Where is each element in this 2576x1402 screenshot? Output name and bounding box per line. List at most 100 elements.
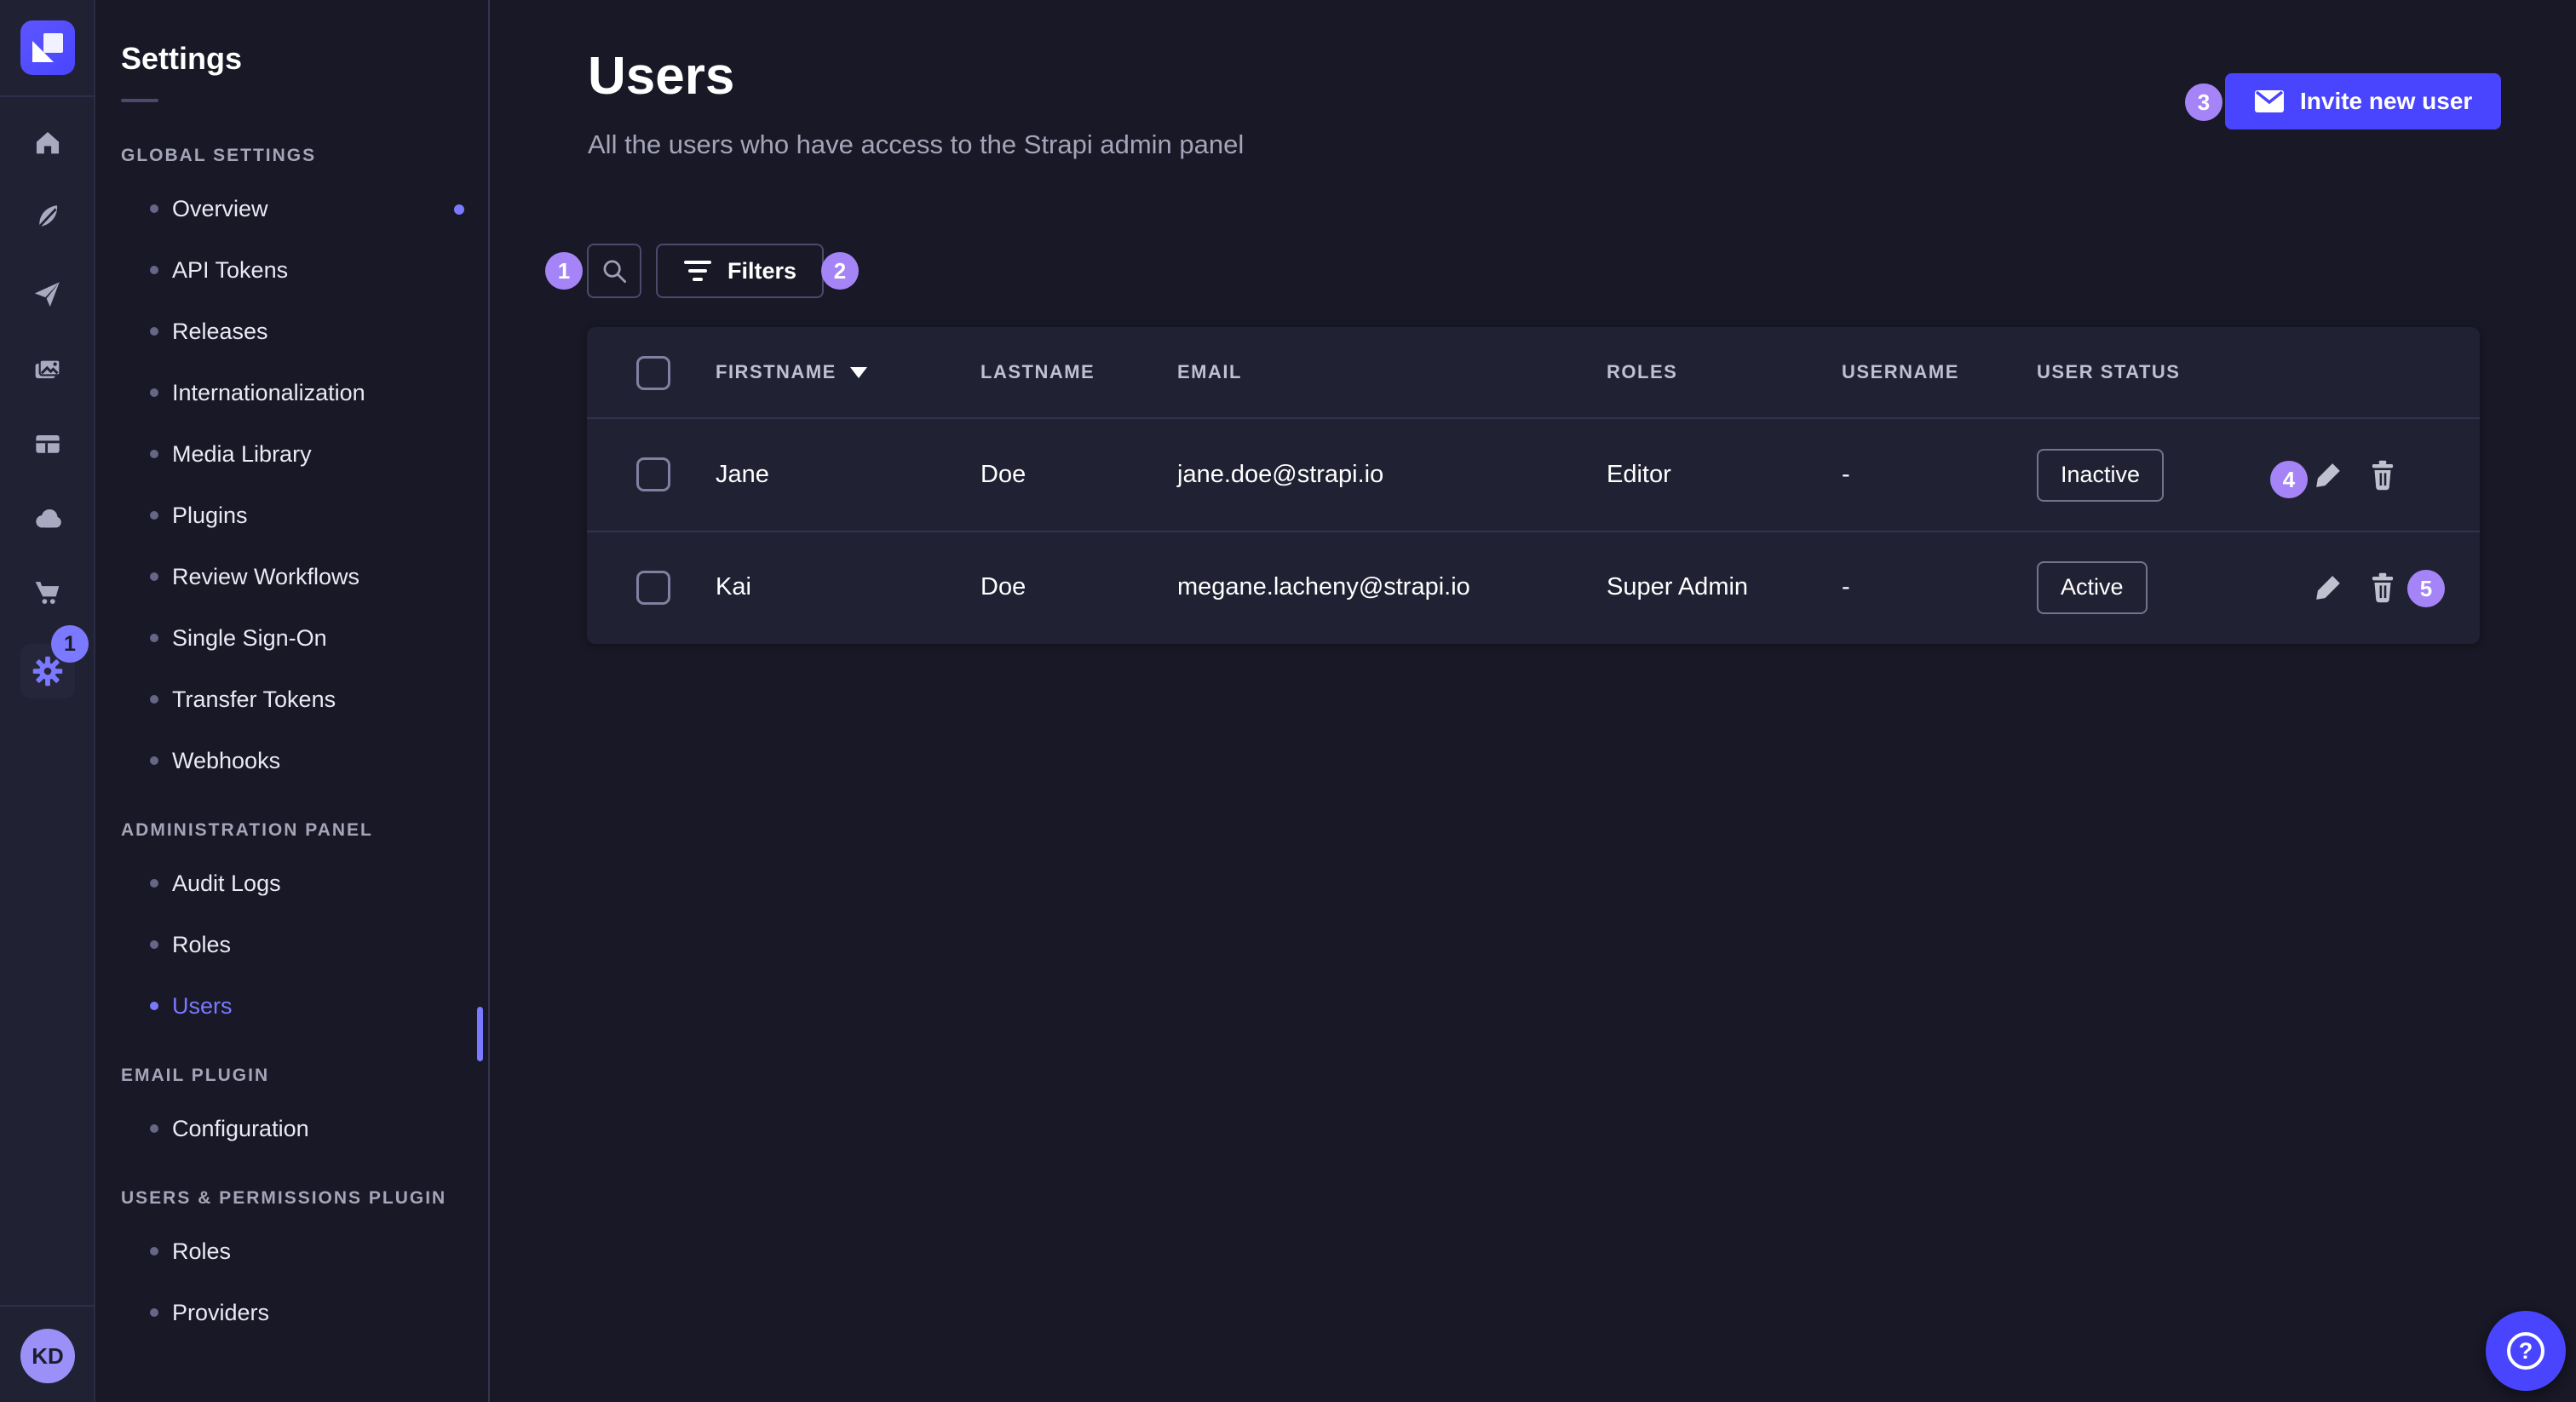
administration-panel-list: Audit Logs Roles Users: [121, 853, 488, 1037]
subnav-title: Settings: [95, 0, 488, 77]
section-global-settings: GLOBAL SETTINGS: [121, 146, 488, 166]
subnav-item-admin-roles[interactable]: Roles: [121, 914, 488, 975]
users-page: Users All the users who have access to t…: [492, 0, 2576, 1402]
delete-user-button[interactable]: [2364, 419, 2401, 531]
table-row[interactable]: Kai Doe megane.lacheny@strapi.io Super A…: [587, 531, 2480, 642]
main-nav-rail: 1 KD: [0, 0, 95, 1402]
bullet-dot: [150, 1124, 158, 1133]
row-checkbox[interactable]: [636, 457, 670, 491]
filter-icon: [683, 260, 712, 282]
settings-nav-button[interactable]: 1: [20, 644, 75, 698]
delete-user-button[interactable]: [2364, 532, 2401, 642]
bullet-dot: [150, 204, 158, 213]
bullet-dot: [150, 1002, 158, 1010]
section-email-plugin: EMAIL PLUGIN: [121, 1066, 488, 1086]
bullet-dot: [150, 511, 158, 520]
cell-user-status: Active: [2037, 532, 2148, 642]
subnav-item-users[interactable]: Users: [121, 975, 488, 1037]
help-button[interactable]: ?: [2486, 1311, 2566, 1391]
status-badge: Inactive: [2037, 449, 2164, 502]
annotation-mark-5: 5: [2407, 570, 2445, 607]
home-icon[interactable]: [27, 123, 68, 164]
subnav-item-single-sign-on[interactable]: Single Sign-On: [121, 607, 488, 669]
cell-lastname: Doe: [980, 532, 1026, 642]
section-users-permissions-plugin: USERS & PERMISSIONS PLUGIN: [121, 1188, 488, 1209]
bullet-dot: [150, 634, 158, 642]
invite-new-user-button[interactable]: Invite new user: [2225, 73, 2501, 129]
question-mark-icon: ?: [2507, 1332, 2544, 1370]
subnav-item-configuration[interactable]: Configuration: [121, 1098, 488, 1159]
marketplace-cart-icon[interactable]: [27, 572, 68, 613]
subnav-item-transfer-tokens[interactable]: Transfer Tokens: [121, 669, 488, 730]
settings-subnav: Settings GLOBAL SETTINGS Overview API To…: [95, 0, 490, 1402]
envelope-icon: [2254, 89, 2285, 113]
column-header-username[interactable]: USERNAME: [1842, 327, 1959, 417]
filters-button[interactable]: Filters: [656, 244, 824, 298]
subnav-item-audit-logs[interactable]: Audit Logs: [121, 853, 488, 914]
annotation-mark-1: 1: [545, 252, 583, 290]
overview-notification-dot: [454, 204, 464, 215]
pencil-icon: [2312, 459, 2344, 491]
bullet-dot: [150, 1308, 158, 1317]
users-table: FIRSTNAME LASTNAME EMAIL ROLES USERNAME …: [587, 327, 2480, 644]
column-header-firstname[interactable]: FIRSTNAME: [716, 327, 867, 417]
subnav-item-webhooks[interactable]: Webhooks: [121, 730, 488, 791]
search-icon: [598, 255, 630, 287]
subnav-item-plugins[interactable]: Plugins: [121, 485, 488, 546]
annotation-mark-2: 2: [821, 252, 859, 290]
subnav-item-api-tokens[interactable]: API Tokens: [121, 239, 488, 301]
edit-user-button[interactable]: [2309, 419, 2347, 531]
bullet-dot: [150, 940, 158, 949]
release-plane-icon[interactable]: [27, 273, 68, 314]
bullet-dot: [150, 572, 158, 581]
column-header-roles[interactable]: ROLES: [1607, 327, 1677, 417]
subnav-item-overview[interactable]: Overview: [121, 178, 488, 239]
subnav-item-up-roles[interactable]: Roles: [121, 1221, 488, 1282]
cell-username: -: [1842, 532, 1850, 642]
cell-firstname: Jane: [716, 419, 769, 531]
cell-roles: Super Admin: [1607, 532, 1748, 642]
column-header-lastname[interactable]: LASTNAME: [980, 327, 1095, 417]
table-row[interactable]: Jane Doe jane.doe@strapi.io Editor - Ina…: [587, 419, 2480, 531]
annotation-mark-4: 4: [2270, 461, 2308, 498]
status-badge: Active: [2037, 561, 2148, 614]
edit-user-button[interactable]: [2309, 532, 2347, 642]
subnav-scrollbar-thumb[interactable]: [477, 1007, 483, 1061]
select-all-checkbox[interactable]: [636, 356, 670, 390]
subnav-item-review-workflows[interactable]: Review Workflows: [121, 546, 488, 607]
column-header-user-status[interactable]: USER STATUS: [2037, 327, 2180, 417]
subnav-item-media-library[interactable]: Media Library: [121, 423, 488, 485]
cell-email: jane.doe@strapi.io: [1177, 419, 1383, 531]
media-library-icon[interactable]: [27, 349, 68, 390]
user-avatar[interactable]: KD: [20, 1329, 75, 1383]
subnav-item-providers[interactable]: Providers: [121, 1282, 488, 1343]
search-button[interactable]: [587, 244, 641, 298]
global-settings-list: Overview API Tokens Releases Internation…: [121, 178, 488, 791]
subnav-item-internationalization[interactable]: Internationalization: [121, 362, 488, 423]
page-title: Users: [588, 46, 734, 106]
cell-roles: Editor: [1607, 419, 1671, 531]
bullet-dot: [150, 327, 158, 336]
bullet-dot: [150, 879, 158, 888]
row-checkbox[interactable]: [636, 571, 670, 605]
bullet-dot: [150, 695, 158, 704]
bullet-dot: [150, 1247, 158, 1255]
annotation-mark-3: 3: [2185, 83, 2222, 121]
subnav-title-divider: [121, 99, 158, 102]
strapi-logo[interactable]: [20, 20, 75, 75]
strapi-logo-icon: [20, 20, 75, 75]
cell-email: megane.lacheny@strapi.io: [1177, 532, 1470, 642]
cell-user-status: Inactive: [2037, 419, 2164, 531]
pencil-icon: [2312, 572, 2344, 604]
bullet-dot: [150, 450, 158, 458]
column-header-email[interactable]: EMAIL: [1177, 327, 1242, 417]
content-feather-icon[interactable]: [27, 197, 68, 238]
cell-lastname: Doe: [980, 419, 1026, 531]
sort-desc-icon: [850, 367, 867, 378]
content-type-builder-icon[interactable]: [27, 423, 68, 464]
trash-icon: [2366, 459, 2399, 491]
deploy-cloud-icon[interactable]: [27, 497, 68, 538]
settings-notification-badge: 1: [51, 625, 89, 663]
subnav-item-releases[interactable]: Releases: [121, 301, 488, 362]
rail-divider-top: [0, 95, 95, 97]
